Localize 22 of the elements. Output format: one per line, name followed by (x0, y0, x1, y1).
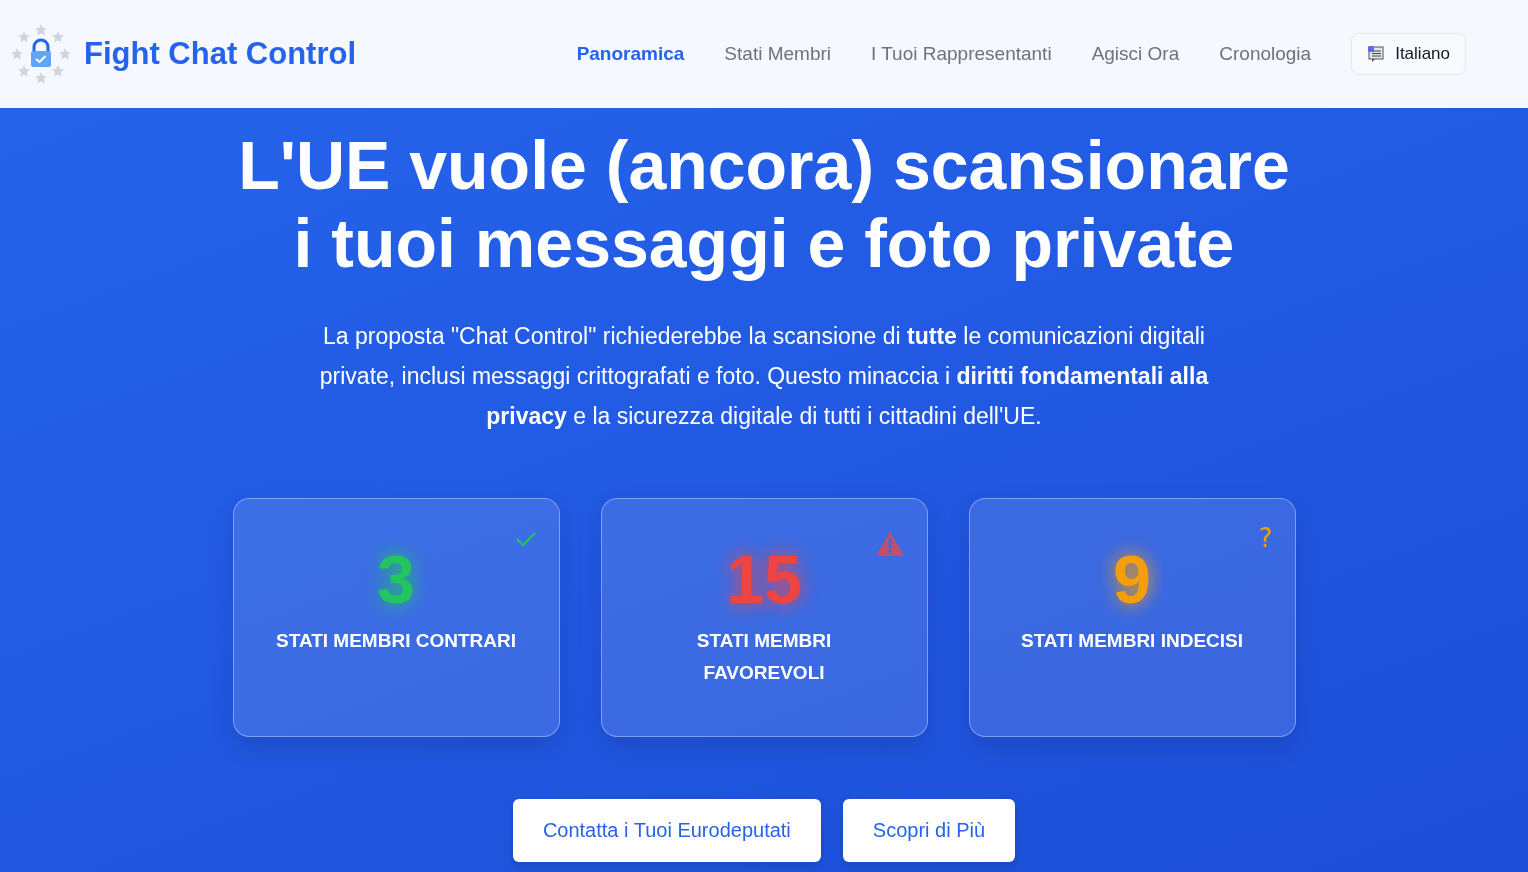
nav-link[interactable]: Panoramica (576, 43, 685, 65)
stat-number: 3 (377, 540, 415, 619)
nav-link[interactable]: Stati Membri (724, 43, 831, 65)
language-button[interactable]: Italiano (1351, 33, 1466, 75)
stat-label: STATI MEMBRI FAVOREVOLI (695, 629, 833, 685)
document-icon (1367, 45, 1386, 63)
action-button[interactable]: Contatta i Tuoi Eurodeputati (512, 799, 821, 862)
action-button[interactable]: Scopri di Più (842, 799, 1016, 862)
warning-icon (874, 531, 905, 557)
stat-number: 9 (1113, 540, 1151, 619)
nav-link[interactable]: Agisci Ora (1091, 43, 1180, 65)
padlock-stars-icon (10, 23, 72, 85)
nav-link[interactable]: Cronologia (1219, 43, 1312, 65)
stat-label: STATI MEMBRI INDECISI (1021, 629, 1243, 653)
hero-title: L'UE vuole (ancora) scansionare i tuoi messaggi e foto private (238, 126, 1290, 282)
stat-number: 15 (726, 540, 802, 619)
stat-label: STATI MEMBRI CONTRARI (276, 629, 516, 653)
question-icon: ? (1258, 525, 1273, 551)
nav-link[interactable]: I Tuoi Rappresentanti (871, 43, 1052, 65)
site-title[interactable]: Fight Chat Control (84, 36, 357, 72)
checkmark-icon (514, 531, 537, 547)
intro-paragraph: La proposta "Chat Control" richiederebbe la scansione di tutte le comunicazioni digitali private, inclusi messaggi crittografati e foto. Questo minaccia i diritti fondamentali alla privacy e la sicurezza digitale di tutti i cittadini dell'UE. (318, 322, 1210, 431)
